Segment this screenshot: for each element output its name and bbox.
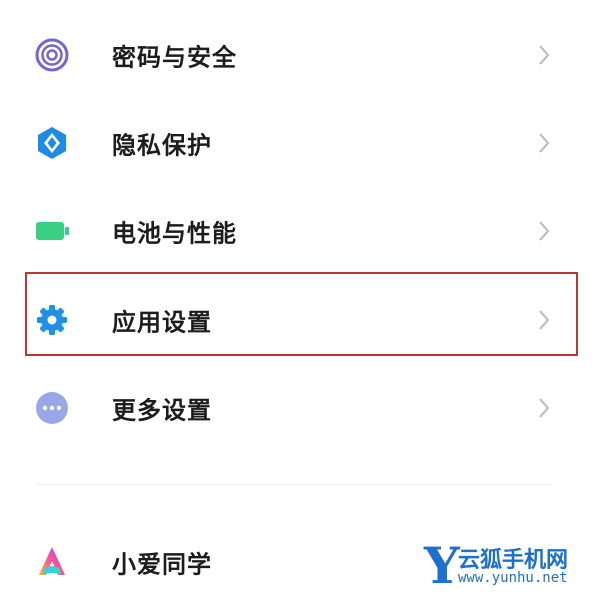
chevron-right-icon: [536, 219, 552, 243]
settings-item-label: 应用设置: [112, 308, 212, 337]
settings-item-label: 隐私保护: [112, 131, 212, 160]
settings-item-battery[interactable]: 电池与性能: [0, 187, 600, 275]
settings-item-label: 小爱同学: [112, 550, 212, 579]
more-dots-icon: [34, 390, 70, 426]
section-divider: [36, 484, 552, 485]
settings-item-more-settings[interactable]: 更多设置: [0, 364, 600, 452]
xiaoai-assistant-icon: [34, 544, 70, 580]
settings-item-label: 更多设置: [112, 396, 212, 425]
settings-item-app-settings[interactable]: 应用设置: [0, 276, 600, 364]
watermark: Y 云狐手机网 www.yunhu.net: [424, 538, 594, 596]
fingerprint-icon: [34, 37, 70, 73]
settings-item-password-security[interactable]: 密码与安全: [0, 11, 600, 99]
watermark-logo-letter: Y: [424, 536, 460, 595]
chevron-right-icon: [536, 308, 552, 332]
chevron-right-icon: [536, 43, 552, 67]
chevron-right-icon: [536, 131, 552, 155]
chevron-right-icon: [536, 396, 552, 420]
gear-icon: [34, 302, 70, 338]
watermark-url: www.yunhu.net: [458, 570, 568, 586]
privacy-shield-icon: [34, 125, 70, 161]
settings-item-privacy[interactable]: 隐私保护: [0, 99, 600, 187]
settings-item-label: 电池与性能: [112, 219, 237, 248]
battery-icon: [34, 213, 70, 249]
settings-item-label: 密码与安全: [112, 43, 237, 72]
